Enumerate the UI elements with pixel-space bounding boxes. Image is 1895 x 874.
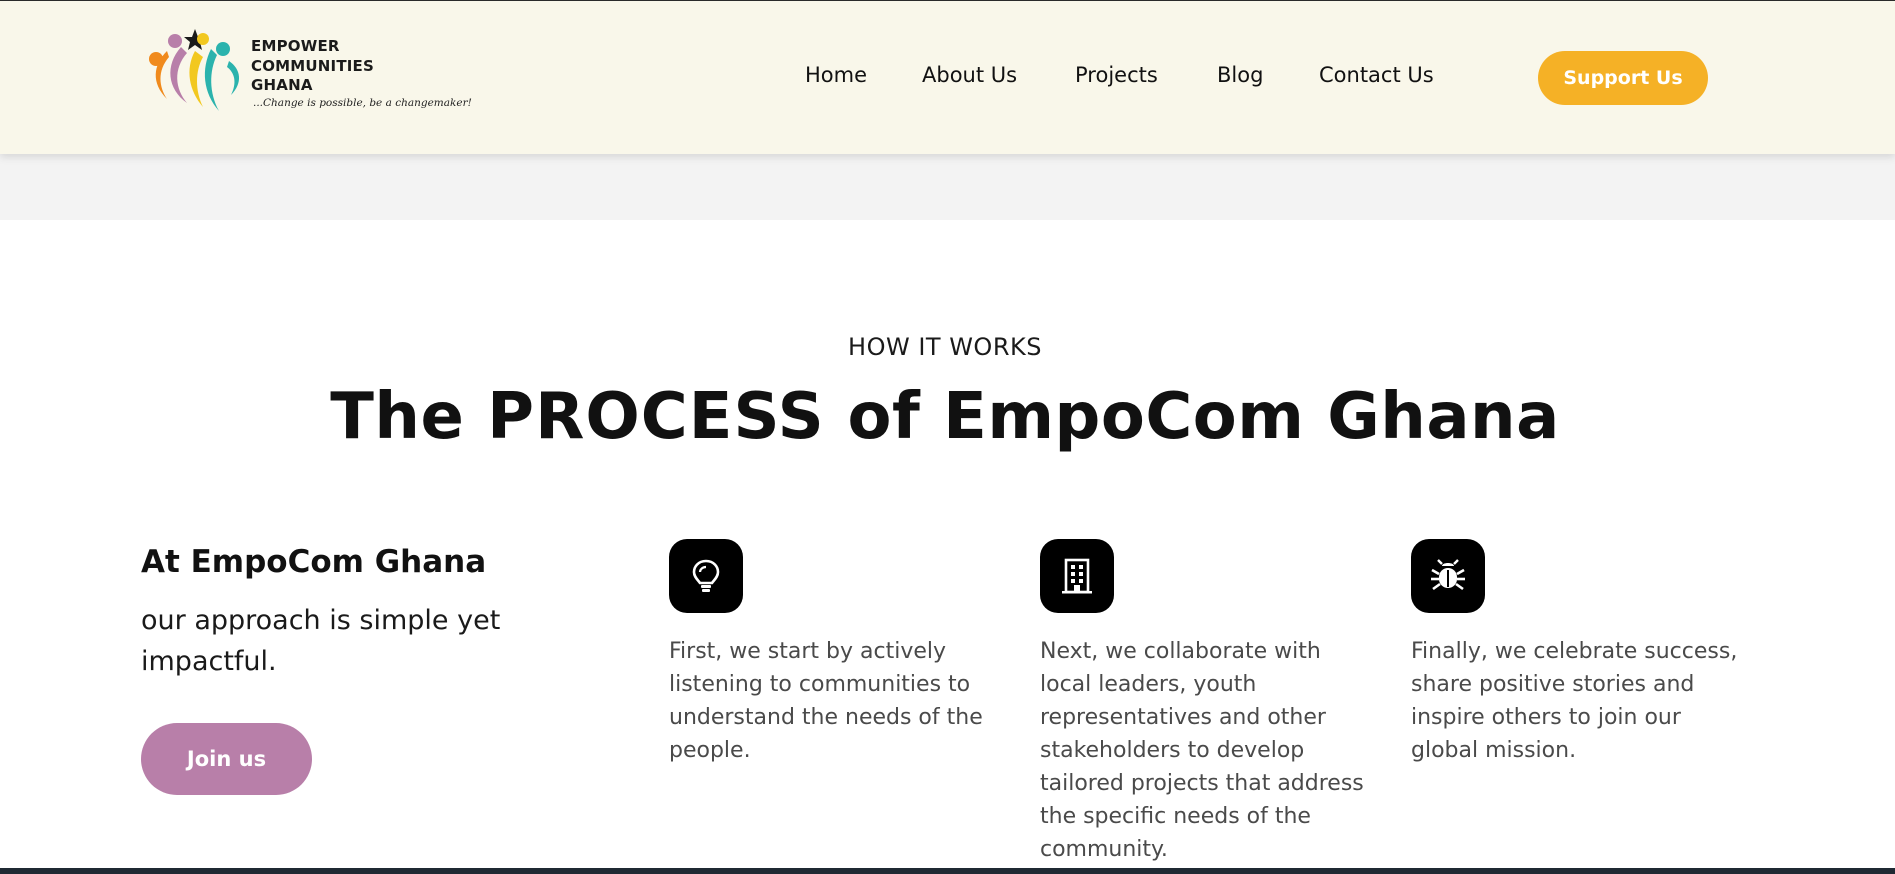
- intro-subtext: our approach is simple yet impactful.: [141, 605, 501, 677]
- page-bottom-edge: [0, 868, 1895, 874]
- step-2-text: Next, we collaborate with local leaders,…: [1040, 639, 1364, 862]
- process-step-1: First, we start by actively listening to…: [669, 539, 999, 767]
- logo-tagline: ...Change is possible, be a changemaker!: [253, 97, 472, 109]
- join-us-button[interactable]: Join us: [141, 723, 312, 795]
- logo-figures-icon: [149, 29, 240, 111]
- process-step-3: Finally, we celebrate success, share pos…: [1411, 539, 1741, 767]
- logo-line-2: COMMUNITIES: [251, 56, 374, 75]
- intro-heading: At EmpoCom Ghana: [141, 544, 487, 580]
- step-1-text: First, we start by actively listening to…: [669, 639, 983, 763]
- logo-line-1: EMPOWER: [251, 37, 340, 55]
- support-us-button[interactable]: Support Us: [1538, 51, 1708, 105]
- nav-home[interactable]: Home: [805, 63, 867, 87]
- title-emphasis: PROCESS: [487, 380, 825, 454]
- site-header: EMPOWER COMMUNITIES GHANA ...Change is p…: [0, 1, 1895, 154]
- lightbulb-icon: [669, 539, 743, 613]
- step-3-text: Finally, we celebrate success, share pos…: [1411, 639, 1738, 763]
- title-suffix: of EmpoCom Ghana: [824, 380, 1560, 454]
- process-step-2: Next, we collaborate with local leaders,…: [1040, 539, 1370, 866]
- site-logo[interactable]: EMPOWER COMMUNITIES GHANA ...Change is p…: [145, 25, 472, 121]
- building-icon: [1040, 539, 1114, 613]
- section-eyebrow: HOW IT WORKS: [848, 333, 1042, 361]
- logo-line-3: GHANA: [251, 76, 313, 94]
- nav-blog[interactable]: Blog: [1217, 63, 1263, 87]
- nav-projects[interactable]: Projects: [1075, 63, 1158, 87]
- nav-about-us[interactable]: About Us: [922, 63, 1017, 87]
- header-spacer-band: [0, 154, 1895, 220]
- nav-contact-us[interactable]: Contact Us: [1319, 63, 1434, 87]
- title-prefix: The: [330, 380, 488, 454]
- logo-wordmark: EMPOWER COMMUNITIES GHANA: [251, 37, 374, 96]
- bug-icon: [1411, 539, 1485, 613]
- section-title: The PROCESS of EmpoCom Ghana: [0, 380, 1890, 454]
